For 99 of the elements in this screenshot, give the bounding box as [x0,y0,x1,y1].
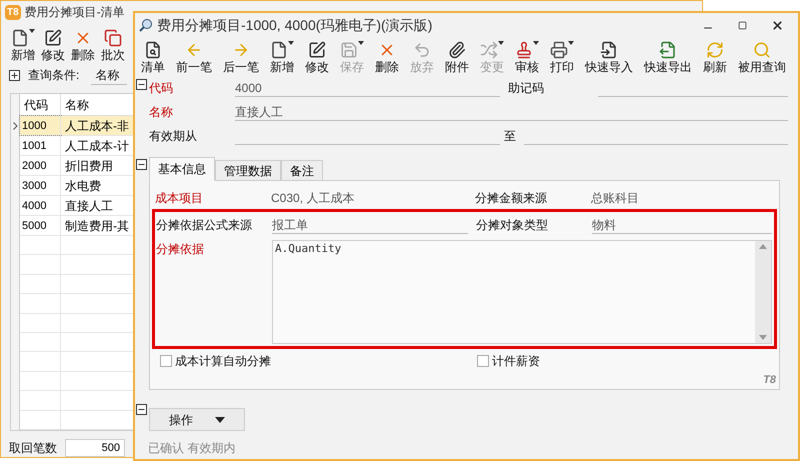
table-cell[interactable]: 1000 [20,116,61,135]
field-label: 有效期从 [149,128,198,145]
right-arrow-icon [232,41,250,59]
tab[interactable]: 管理数据 [215,160,281,181]
toolbar-button[interactable]: 前一笔 [173,41,215,75]
fetch-count-field[interactable]: 500 [65,439,125,457]
status-text: 已确认 有效期内 [148,440,236,457]
action-button[interactable]: 操作 [149,408,245,431]
field-label: 至 [504,128,517,145]
table-cell[interactable]: 5000 [20,216,61,235]
formula-text-area[interactable]: A.Quantity [272,240,772,344]
toolbar-button[interactable]: 刷新 [700,41,730,75]
field-label: 分摊对象类型 [476,217,549,234]
document-icon [270,41,288,59]
caret-icon [288,41,294,45]
toolbar-button[interactable]: 新增 [267,41,297,75]
field-label: 分摊依据公式来源 [156,217,253,234]
toolbar-button[interactable]: 新增 [9,29,37,63]
table-cell[interactable]: 水电费 [61,176,133,195]
paperclip-icon [448,41,466,59]
table-cell[interactable]: 人工成本-计 [61,136,133,155]
row-pointer-icon [12,122,18,130]
document-search-icon [144,41,162,59]
toolbar-button[interactable]: 审核 [512,41,542,75]
input-field[interactable]: 4000 [235,79,500,97]
field-label: 名称 [149,104,174,121]
toolbar-button[interactable]: 后一笔 [220,41,262,75]
refresh-icon [706,41,724,59]
tab[interactable]: 基本信息 [149,157,215,181]
caret-icon [29,29,35,33]
document-icon [11,29,29,47]
edit-icon [44,29,62,47]
checkbox-box[interactable] [160,355,172,367]
input-field[interactable]: 物料 [592,216,772,234]
query-field[interactable]: 名称 [91,66,128,84]
collapse-icon[interactable] [136,404,147,415]
table-cell[interactable]: 4000 [20,196,61,215]
fetch-count-label: 取回笔数 [9,440,57,457]
undo-icon [413,41,431,59]
scrollbar[interactable] [755,241,771,343]
table-cell[interactable]: 1001 [20,136,61,155]
table-cell[interactable]: 折旧费用 [61,156,133,175]
toolbar-button[interactable]: 清单 [138,41,168,75]
save-icon [340,41,358,59]
field-label: 分摊金额来源 [475,190,548,207]
toolbar-button[interactable]: 快速导出 [641,41,695,75]
checkbox[interactable]: 计件薪资 [477,352,540,370]
printer-icon [550,41,568,59]
table-cell[interactable]: 2000 [20,156,61,175]
field-label: 成本项目 [155,190,204,207]
maximize-icon[interactable] [738,20,747,30]
table-cell[interactable]: 人工成本-非 [61,116,133,135]
table-cell[interactable]: 直接人工 [61,196,133,215]
input-field[interactable]: 直接人工 [235,103,788,121]
magnifier-icon [139,18,153,32]
close-icon[interactable] [771,18,784,32]
export-icon [659,41,677,59]
tab[interactable]: 备注 [281,160,323,181]
table-cell[interactable]: 制造费用-其 [61,216,133,235]
query-label: 查询条件: [28,67,80,84]
checkbox[interactable]: 成本计算自动分摊 [160,352,477,370]
caret-icon [498,41,504,45]
table-cell[interactable]: 3000 [20,176,61,195]
collapse-icon[interactable] [136,79,147,90]
input-field[interactable]: 报工单 [272,216,468,234]
swap-icon [480,41,498,59]
caret-icon [568,41,574,45]
caret-icon [358,41,364,45]
scroll-down-icon[interactable] [759,335,767,340]
checkbox-box[interactable] [477,355,489,367]
window-title: 费用分摊项目-1000, 4000(玛雅电子)(演示版) [157,16,434,35]
toolbar-button[interactable]: 删除 [372,41,402,75]
scroll-up-icon[interactable] [759,244,767,249]
stamp-icon [515,41,533,59]
field-label: 分摊依据 [156,241,205,258]
edit-icon [308,41,326,59]
window-title: 费用分摊项目-清单 [24,4,125,21]
collapse-icon[interactable] [136,159,147,170]
column-header: 名称 [64,97,90,114]
input-field[interactable]: C030, 人工成本 [271,189,467,207]
caret-icon [215,416,225,422]
toolbar-button[interactable]: 打印 [547,41,577,75]
copy-icon [104,29,122,47]
toolbar-button[interactable]: 修改 [39,29,67,63]
toolbar-button[interactable]: 被用查询 [735,41,789,75]
toolbar-button[interactable]: 附件 [442,41,472,75]
brand-logo: T8 [763,372,776,388]
search-icon [753,41,771,59]
import-icon [600,41,618,59]
input-field[interactable]: 总账科目 [591,189,774,207]
toolbar-button[interactable]: 修改 [302,41,332,75]
app-logo: T8 [5,4,21,20]
caret-icon [533,41,539,45]
expand-icon[interactable] [9,70,20,80]
toolbar-button[interactable]: 删除 [69,29,97,63]
field-label: 助记码 [508,80,545,97]
toolbar-button[interactable]: 快速导入 [582,41,636,75]
field-label: 代码 [149,80,174,97]
toolbar-button[interactable]: 批次 [99,29,127,63]
